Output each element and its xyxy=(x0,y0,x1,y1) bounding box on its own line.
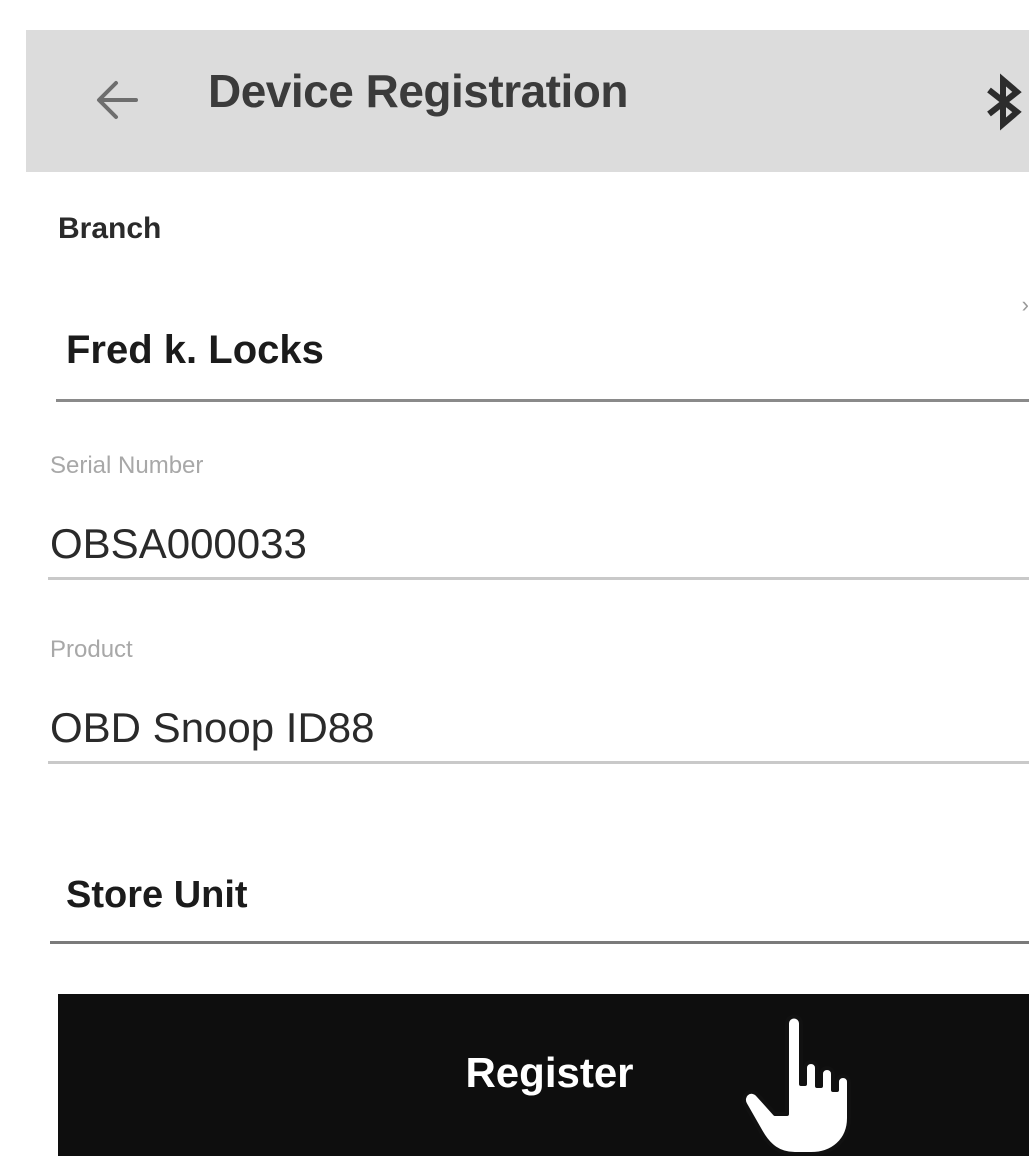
back-button[interactable] xyxy=(86,70,146,130)
product-underline xyxy=(48,761,1029,764)
store-unit-field[interactable]: Store Unit xyxy=(50,856,1029,944)
bluetooth-icon xyxy=(987,73,1022,131)
serial-number-field[interactable]: OBSA000033 xyxy=(48,510,1029,580)
product-field[interactable]: OBD Snoop ID88 xyxy=(48,694,1029,764)
store-unit-underline xyxy=(50,941,1029,944)
app-bar: Device Registration xyxy=(26,30,1029,172)
serial-number-value: OBSA000033 xyxy=(50,520,307,567)
bluetooth-button[interactable] xyxy=(981,72,1029,132)
branch-underline xyxy=(56,399,1029,402)
branch-label: Branch xyxy=(58,212,162,245)
register-button[interactable]: Register xyxy=(58,994,1029,1156)
branch-select[interactable]: Fred k. Locks › xyxy=(56,292,1029,402)
product-value: OBD Snoop ID88 xyxy=(50,704,375,751)
serial-number-underline xyxy=(48,577,1029,580)
branch-selected-value: Fred k. Locks xyxy=(66,328,324,372)
dropdown-arrow-icon: › xyxy=(1021,292,1029,317)
store-unit-value: Store Unit xyxy=(66,874,248,916)
page-title: Device Registration xyxy=(208,65,628,117)
arrow-left-icon xyxy=(97,81,138,119)
device-registration-screen: Device Registration Branch Fred k. Locks… xyxy=(0,0,1029,1156)
register-button-label: Register xyxy=(465,1049,634,1096)
serial-number-label: Serial Number xyxy=(50,452,204,479)
product-label: Product xyxy=(50,636,133,663)
